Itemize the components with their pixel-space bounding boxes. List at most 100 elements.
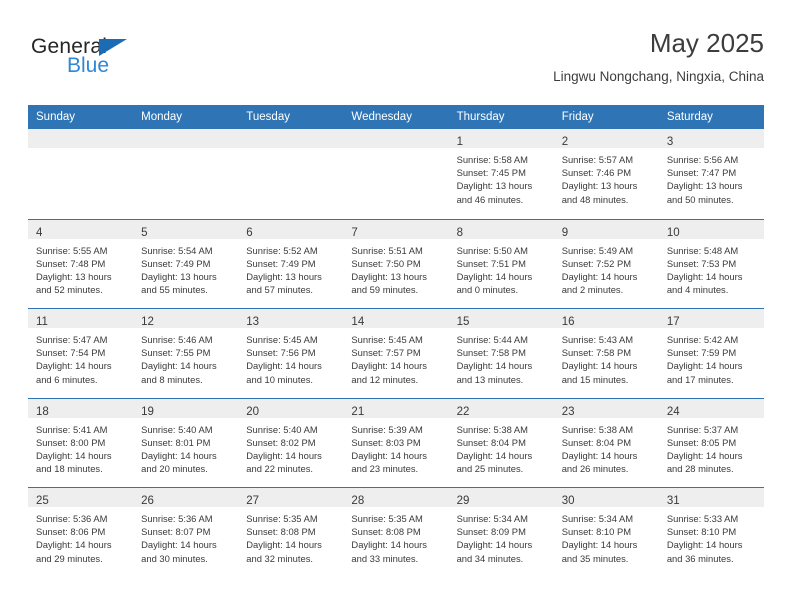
day-details: Sunrise: 5:38 AM Sunset: 8:04 PM Daylight:… — [554, 418, 659, 476]
day-cell-21[interactable]: 21 Sunrise: 5:39 AM Sunset: 8:03 PM Dayligh… — [343, 398, 449, 487]
day-cell-5[interactable]: 5 Sunrise: 5:54 AM Sunset: 7:49 PM Daylight… — [133, 219, 239, 308]
day-number-strip: 23 — [553, 398, 659, 418]
day-cell-9[interactable]: 9 Sunrise: 5:49 AM Sunset: 7:52 PM Daylight… — [553, 219, 659, 308]
day-details: Sunrise: 5:44 AM Sunset: 7:58 PM Daylight:… — [449, 328, 554, 386]
day-cell-17[interactable]: 17 Sunrise: 5:42 AM Sunset: 7:59 PM Dayligh… — [658, 309, 764, 398]
day-cell-31[interactable]: 31 Sunrise: 5:33 AM Sunset: 8:10 PM Dayligh… — [658, 488, 764, 577]
day-detail-line: Sunset: 8:06 PM — [36, 526, 106, 538]
day-detail-line: Sunset: 7:51 PM — [456, 257, 526, 269]
day-detail-line: Daylight: 14 hours — [456, 270, 533, 282]
day-detail-line: Daylight: 13 hours — [561, 180, 638, 192]
day-detail-line: and 59 minutes. — [351, 284, 419, 296]
day-detail-line: Sunset: 7:45 PM — [456, 167, 526, 179]
page-subtitle: Lingwu Nongchang, Ningxia, China — [553, 69, 764, 84]
day-detail-line: Sunset: 8:04 PM — [456, 436, 526, 448]
day-cell-24[interactable]: 24 Sunrise: 5:37 AM Sunset: 8:05 PM Dayligh… — [658, 398, 764, 487]
day-cell-20[interactable]: 20 Sunrise: 5:40 AM Sunset: 8:02 PM Dayligh… — [238, 398, 344, 487]
day-details: Sunrise: 5:49 AM Sunset: 7:52 PM Daylight:… — [554, 239, 659, 297]
day-cell-2[interactable]: 2 Sunrise: 5:57 AM Sunset: 7:46 PM Daylight… — [553, 129, 659, 219]
day-number: 6 — [246, 226, 253, 239]
day-number-strip: 6 — [238, 219, 344, 239]
day-detail-line: Sunrise: 5:44 AM — [456, 334, 528, 345]
day-detail-line: Sunrise: 5:33 AM — [666, 513, 739, 524]
day-detail-line: and 33 minutes. — [351, 552, 419, 564]
day-detail-line: Daylight: 14 hours — [351, 360, 427, 372]
day-cell-22[interactable]: 22 Sunrise: 5:38 AM Sunset: 8:04 PM Dayligh… — [448, 398, 554, 487]
day-cell-30[interactable]: 30 Sunrise: 5:34 AM Sunset: 8:10 PM Dayligh… — [553, 488, 659, 577]
day-cell-8[interactable]: 8 Sunrise: 5:50 AM Sunset: 7:51 PM Daylight… — [448, 219, 554, 308]
day-cell-4[interactable]: 4 Sunrise: 5:55 AM Sunset: 7:48 PM Daylight… — [28, 219, 134, 308]
day-detail-line: Sunset: 7:49 PM — [141, 257, 211, 269]
day-detail-line: Sunset: 7:58 PM — [561, 347, 632, 359]
day-detail-line: and 17 minutes. — [666, 373, 734, 385]
day-number-strip: 10 — [658, 219, 764, 239]
day-cell-6[interactable]: 6 Sunrise: 5:52 AM Sunset: 7:49 PM Daylight… — [238, 219, 344, 308]
day-number-strip: 30 — [553, 488, 659, 507]
weekday-header-saturday: Saturday — [666, 111, 713, 123]
day-detail-line: Sunset: 8:03 PM — [351, 436, 421, 448]
day-cell-19[interactable]: 19 Sunrise: 5:40 AM Sunset: 8:01 PM Dayligh… — [133, 398, 239, 487]
day-details: Sunrise: 5:56 AM Sunset: 7:47 PM Daylight:… — [659, 148, 764, 206]
day-cell-14[interactable]: 14 Sunrise: 5:45 AM Sunset: 7:57 PM Dayligh… — [343, 309, 449, 398]
day-detail-line: Daylight: 13 hours — [36, 270, 112, 282]
day-details: Sunrise: 5:57 AM Sunset: 7:46 PM Daylight:… — [554, 148, 659, 206]
day-number-strip: 15 — [448, 309, 554, 328]
day-cell-12[interactable]: 12 Sunrise: 5:46 AM Sunset: 7:55 PM Dayligh… — [133, 309, 239, 398]
day-number-strip: 7 — [343, 219, 449, 239]
calendar-weeks: 1 Sunrise: 5:58 AM Sunset: 7:45 PM Daylight… — [28, 129, 764, 577]
brand-logo[interactable]: General Blue — [31, 36, 181, 88]
day-number-strip: 31 — [658, 488, 764, 507]
day-details: Sunrise: 5:35 AM Sunset: 8:08 PM Daylight:… — [238, 507, 343, 565]
day-cell-1[interactable]: 1 Sunrise: 5:58 AM Sunset: 7:45 PM Daylight… — [448, 129, 554, 219]
day-cell-28[interactable]: 28 Sunrise: 5:35 AM Sunset: 8:08 PM Dayligh… — [343, 488, 449, 577]
day-detail-line: Sunrise: 5:34 AM — [456, 513, 528, 524]
day-details — [133, 148, 238, 153]
day-number-strip: 1 — [448, 129, 554, 148]
day-detail-line: Daylight: 14 hours — [456, 449, 533, 461]
day-detail-line: Sunrise: 5:43 AM — [561, 334, 634, 345]
brand-name-blue: Blue — [67, 54, 110, 77]
day-detail-line: Daylight: 14 hours — [666, 360, 743, 372]
weekday-header-sunday: Sunday — [36, 111, 76, 123]
day-cell-empty — [343, 129, 449, 219]
calendar-week-row: 4 Sunrise: 5:55 AM Sunset: 7:48 PM Daylight… — [28, 218, 764, 308]
day-number: 28 — [351, 495, 365, 507]
day-details: Sunrise: 5:35 AM Sunset: 8:08 PM Daylight:… — [343, 507, 448, 565]
day-cell-7[interactable]: 7 Sunrise: 5:51 AM Sunset: 7:50 PM Daylight… — [343, 219, 449, 308]
day-details: Sunrise: 5:42 AM Sunset: 7:59 PM Daylight:… — [659, 328, 764, 386]
day-cell-26[interactable]: 26 Sunrise: 5:36 AM Sunset: 8:07 PM Dayligh… — [133, 488, 239, 577]
day-detail-line: Sunset: 8:02 PM — [246, 436, 316, 448]
day-details: Sunrise: 5:33 AM Sunset: 8:10 PM Daylight:… — [659, 507, 764, 565]
day-cell-25[interactable]: 25 Sunrise: 5:36 AM Sunset: 8:06 PM Dayligh… — [28, 488, 134, 577]
day-detail-line: Sunrise: 5:35 AM — [351, 513, 423, 524]
weekday-header-thursday: Thursday — [456, 111, 505, 123]
day-detail-line: and 15 minutes. — [561, 373, 629, 385]
day-detail-line: Sunset: 8:07 PM — [141, 526, 211, 538]
day-cell-23[interactable]: 23 Sunrise: 5:38 AM Sunset: 8:04 PM Dayligh… — [553, 398, 659, 487]
day-details: Sunrise: 5:48 AM Sunset: 7:53 PM Daylight:… — [659, 239, 764, 297]
day-detail-line: Sunrise: 5:39 AM — [351, 423, 423, 435]
day-detail-line: Sunset: 7:55 PM — [141, 347, 211, 359]
day-cell-15[interactable]: 15 Sunrise: 5:44 AM Sunset: 7:58 PM Dayligh… — [448, 309, 554, 398]
day-cell-29[interactable]: 29 Sunrise: 5:34 AM Sunset: 8:09 PM Dayligh… — [448, 488, 554, 577]
day-detail-line: Daylight: 14 hours — [36, 449, 112, 461]
day-cell-16[interactable]: 16 Sunrise: 5:43 AM Sunset: 7:58 PM Dayligh… — [553, 309, 659, 398]
day-cell-11[interactable]: 11 Sunrise: 5:47 AM Sunset: 7:54 PM Dayligh… — [28, 309, 134, 398]
day-cell-13[interactable]: 13 Sunrise: 5:45 AM Sunset: 7:56 PM Dayligh… — [238, 309, 344, 398]
day-number: 10 — [666, 226, 680, 239]
day-detail-line: Sunrise: 5:40 AM — [246, 423, 318, 435]
day-cell-10[interactable]: 10 Sunrise: 5:48 AM Sunset: 7:53 PM Dayligh… — [658, 219, 764, 308]
day-number: 1 — [456, 136, 463, 148]
day-details: Sunrise: 5:39 AM Sunset: 8:03 PM Daylight:… — [343, 418, 448, 476]
day-cell-18[interactable]: 18 Sunrise: 5:41 AM Sunset: 8:00 PM Dayligh… — [28, 398, 134, 487]
day-details: Sunrise: 5:34 AM Sunset: 8:10 PM Daylight:… — [554, 507, 659, 565]
day-detail-line: and 20 minutes. — [141, 463, 208, 475]
day-number: 26 — [141, 495, 154, 507]
day-detail-line: Daylight: 14 hours — [246, 360, 322, 372]
day-cell-3[interactable]: 3 Sunrise: 5:56 AM Sunset: 7:47 PM Daylight… — [658, 129, 764, 219]
day-details — [238, 148, 343, 153]
day-number-strip: 19 — [133, 398, 239, 418]
day-detail-line: and 34 minutes. — [456, 552, 524, 564]
day-cell-27[interactable]: 27 Sunrise: 5:35 AM Sunset: 8:08 PM Dayligh… — [238, 488, 344, 577]
day-detail-line: Sunrise: 5:45 AM — [351, 334, 423, 345]
